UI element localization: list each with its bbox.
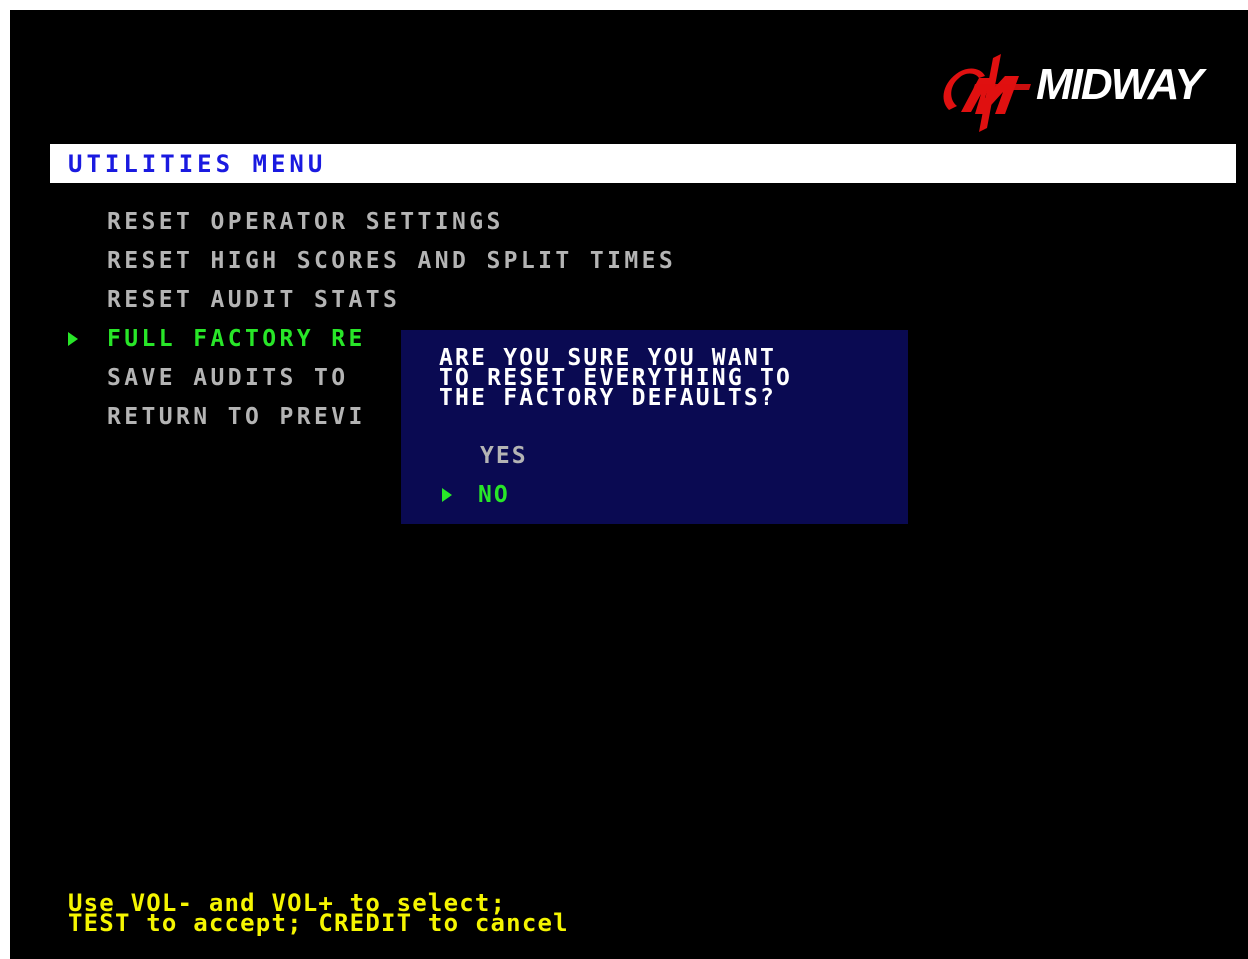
dialog-option-yes[interactable]: YES [480, 443, 528, 469]
dialog-option-no[interactable]: NO [478, 482, 510, 508]
game-screen: MIDWAY UTILITIES MENU RESET OPERATOR SET… [10, 10, 1248, 959]
menu-item-reset-high-scores[interactable]: RESET HIGH SCORES AND SPLIT TIMES [107, 248, 676, 274]
midway-logo: MIDWAY [935, 48, 1235, 134]
menu-item-reset-operator-settings[interactable]: RESET OPERATOR SETTINGS [107, 209, 504, 235]
menu-item-reset-audit-stats[interactable]: RESET AUDIT STATS [107, 287, 400, 313]
menu-cursor-icon [68, 332, 78, 346]
menu-item-return-to-previous[interactable]: RETURN TO PREVI [107, 404, 366, 430]
confirm-dialog: ARE YOU SURE YOU WANT TO RESET EVERYTHIN… [401, 330, 908, 524]
logo-wordmark: MIDWAY [1036, 60, 1204, 109]
footer-instruction-line: TEST to accept; CREDIT to cancel [68, 909, 569, 937]
midway-emblem-icon [943, 54, 1031, 132]
dialog-cursor-icon [442, 488, 452, 502]
title-bar: UTILITIES MENU [50, 144, 1236, 183]
dialog-message-line: THE FACTORY DEFAULTS? [439, 385, 776, 411]
menu-item-full-factory-reset[interactable]: FULL FACTORY RE [107, 326, 366, 352]
menu-item-save-audits[interactable]: SAVE AUDITS TO [107, 365, 348, 391]
page-title: UTILITIES MENU [68, 150, 327, 178]
